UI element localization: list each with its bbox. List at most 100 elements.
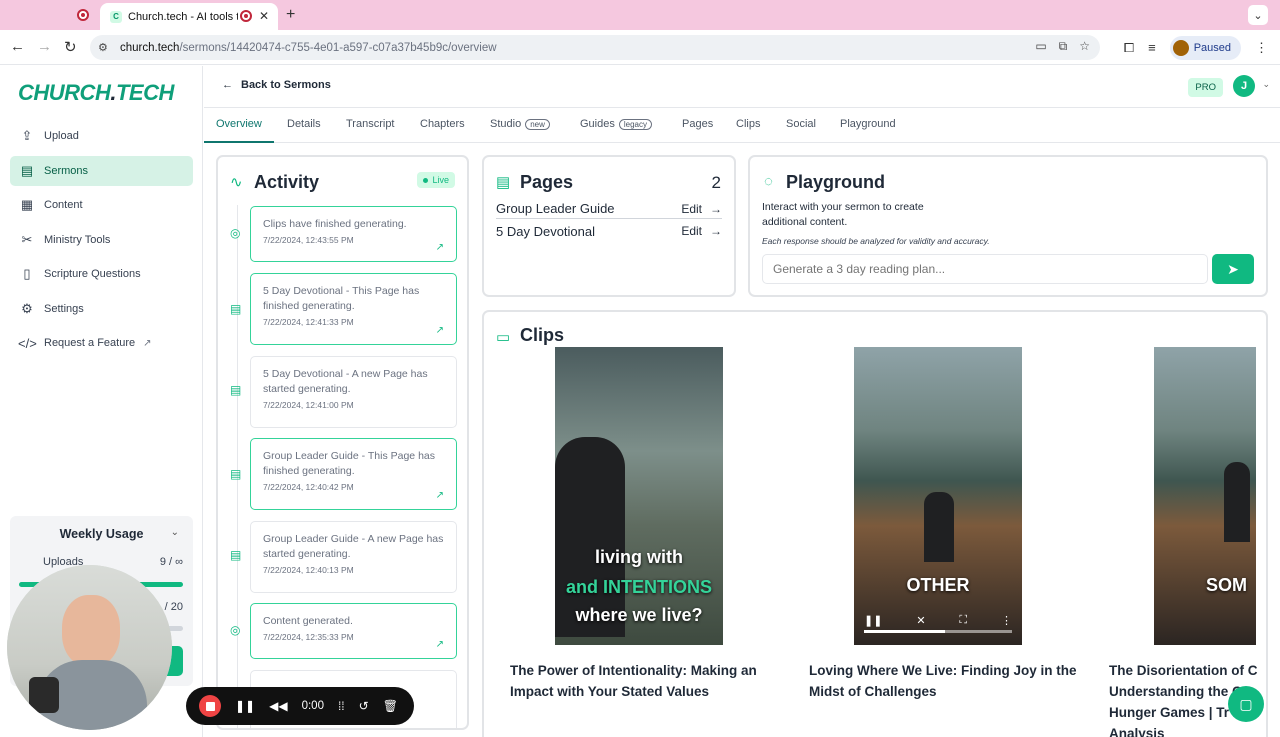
sidebar-item-content[interactable]: ▦ Content — [10, 190, 193, 220]
activity-card: ∿ Activity Live ◎ Clips have finished ge… — [216, 155, 469, 730]
clip-title[interactable]: Loving Where We Live: Finding Joy in the… — [809, 660, 1079, 702]
profile-status: Paused — [1193, 41, 1231, 54]
forward-icon[interactable]: → — [37, 38, 52, 55]
tab-overview[interactable]: Overview — [216, 118, 262, 130]
tab-clips[interactable]: Clips — [736, 118, 760, 130]
sidebar-item-settings[interactable]: ⚙ Settings — [10, 294, 193, 324]
new-tab-icon[interactable]: + — [286, 6, 295, 24]
speaker-figure — [1224, 462, 1250, 542]
chat-icon: ▤ — [20, 162, 34, 178]
chevron-down-icon[interactable]: ⌄ — [1262, 79, 1270, 90]
back-to-sermons-link[interactable]: ← Back to Sermons — [222, 79, 331, 91]
video-controls: ❚❚ ✕ ⛶ ⋮ — [864, 614, 1012, 627]
open-external-icon[interactable]: ⧉ — [1059, 39, 1068, 54]
edit-page-link[interactable]: Edit → — [681, 202, 722, 216]
edit-page-link[interactable]: Edit → — [681, 224, 722, 238]
clip-video-thumbnail[interactable]: OTHER ❚❚ ✕ ⛶ ⋮ — [854, 347, 1022, 645]
pause-icon[interactable]: ❚❚ — [235, 699, 255, 713]
tab-chapters[interactable]: Chapters — [420, 118, 465, 130]
user-avatar[interactable]: J — [1233, 75, 1255, 97]
webcam-overlay[interactable] — [7, 565, 172, 730]
tab-pages[interactable]: Pages — [682, 118, 713, 130]
activity-item[interactable]: Group Leader Guide - This Page has finis… — [250, 438, 457, 510]
site-info-icon[interactable]: ⚙ — [98, 41, 112, 54]
support-chat-button[interactable]: ▢ — [1228, 686, 1264, 722]
tab-transcript[interactable]: Transcript — [346, 118, 395, 130]
sidebar-item-upload[interactable]: ⇪ Upload — [10, 121, 193, 151]
clip-title[interactable]: The Power of Intentionality: Making an I… — [510, 660, 780, 702]
browser-menu-icon[interactable]: ⋮ — [1255, 40, 1268, 56]
browser-tab-active[interactable]: C Church.tech - AI tools tha ✕ — [100, 3, 278, 30]
document-icon: ▤ — [230, 383, 242, 397]
fullscreen-icon[interactable]: ⛶ — [959, 614, 967, 627]
back-label: Back to Sermons — [241, 79, 331, 91]
profile-button[interactable]: Paused — [1169, 35, 1241, 60]
external-link-icon: ↗ — [143, 337, 152, 349]
trash-icon[interactable]: 🗑 — [383, 699, 398, 713]
activity-title: Activity — [254, 172, 320, 192]
recording-tab-icon[interactable] — [77, 9, 89, 21]
activity-item[interactable]: Group Leader Guide - A new Page has star… — [250, 521, 457, 593]
clips-card: ▭ Clips living with and INTENTIONS where… — [482, 310, 1268, 737]
sidebar-item-request-feature[interactable]: </> Request a Feature ↗ — [10, 328, 193, 358]
more-icon[interactable]: ⋮ — [1001, 614, 1012, 627]
back-icon[interactable]: ← — [10, 38, 25, 55]
address-bar[interactable]: ⚙ church.tech /sermons/14420474-c755-4e0… — [90, 35, 1100, 60]
clip-video-thumbnail[interactable]: SOM — [1154, 347, 1256, 645]
recording-indicator-icon — [240, 10, 252, 22]
pages-title: Pages — [520, 172, 574, 192]
gear-icon: ⚙ — [21, 300, 33, 316]
sidebar-item-sermons[interactable]: ▤ Sermons — [10, 155, 193, 186]
activity-item[interactable]: 5 Day Devotional - This Page has finishe… — [250, 273, 457, 345]
church-tech-logo[interactable]: CHURCH.TECH — [18, 80, 174, 106]
tab-details[interactable]: Details — [287, 118, 321, 130]
sidebar-item-label: Sermons — [44, 164, 89, 177]
open-arrow-icon[interactable]: ↗ — [436, 639, 444, 650]
page-row[interactable]: Group Leader Guide Edit → — [496, 199, 722, 219]
playground-prompt-input[interactable] — [762, 254, 1208, 284]
reload-icon[interactable]: ↻ — [64, 38, 77, 56]
restart-icon[interactable]: ↺ — [359, 699, 369, 713]
media-controls-icon[interactable]: ≡ — [1148, 40, 1156, 55]
activity-pulse-icon: ∿ — [230, 174, 243, 191]
sidebar-item-label: Content — [44, 199, 83, 211]
document-icon: ▤ — [496, 174, 511, 191]
close-tab-icon[interactable]: ✕ — [259, 9, 269, 23]
bookmark-star-icon[interactable]: ☆ — [1079, 39, 1090, 54]
page-row[interactable]: 5 Day Devotional Edit → — [496, 221, 722, 241]
pause-icon[interactable]: ❚❚ — [864, 614, 882, 627]
upload-icon: ⇪ — [21, 128, 33, 143]
stop-recording-button[interactable] — [199, 695, 221, 717]
activity-item[interactable]: Content generated. 7/22/2024, 12:35:33 P… — [250, 603, 457, 659]
extensions-icon[interactable]: ⧠ — [1124, 40, 1134, 56]
sidebar-item-scripture-questions[interactable]: ▯ Scripture Questions — [10, 259, 193, 289]
chevron-down-icon[interactable]: ⌄ — [171, 527, 179, 538]
check-circle-icon: ◎ — [230, 623, 241, 637]
lightbulb-icon: ◌ — [764, 173, 773, 190]
grid-icon[interactable]: ⁞⁞ — [338, 699, 345, 713]
mute-icon[interactable]: ✕ — [916, 614, 925, 627]
open-arrow-icon[interactable]: ↗ — [436, 242, 444, 253]
activity-item[interactable]: 5 Day Devotional - A new Page has starte… — [250, 356, 457, 428]
tab-studio[interactable]: Studio new — [490, 118, 550, 130]
tab-search-icon[interactable]: ⌄ — [1248, 5, 1268, 25]
screen-recorder-bar: ❚❚ ◀◀ 0:00 ⁞⁞ ↺ 🗑 — [186, 687, 414, 725]
url-host: church.tech — [120, 41, 180, 54]
new-pill: new — [525, 118, 550, 130]
video-progress-bar[interactable] — [864, 630, 1012, 633]
clip-video-thumbnail[interactable]: living with and INTENTIONS where we live… — [555, 347, 723, 645]
open-arrow-icon[interactable]: ↗ — [436, 325, 444, 336]
camera-icon[interactable]: ▭ — [1035, 39, 1046, 54]
tab-playground[interactable]: Playground — [840, 118, 896, 130]
code-icon: </> — [18, 335, 37, 351]
activity-item[interactable]: Clips have finished generating. 7/22/202… — [250, 206, 457, 262]
tab-guides[interactable]: Guides legacy — [580, 118, 652, 130]
tab-social[interactable]: Social — [786, 118, 816, 130]
pro-badge: PRO — [1188, 78, 1223, 97]
tab-title: Church.tech - AI tools tha — [128, 10, 238, 23]
send-button[interactable]: ➤ — [1212, 254, 1254, 284]
document-icon: ▤ — [230, 467, 242, 481]
rewind-icon[interactable]: ◀◀ — [269, 699, 287, 713]
open-arrow-icon[interactable]: ↗ — [436, 490, 444, 501]
sidebar-item-ministry-tools[interactable]: ✂ Ministry Tools — [10, 225, 193, 255]
